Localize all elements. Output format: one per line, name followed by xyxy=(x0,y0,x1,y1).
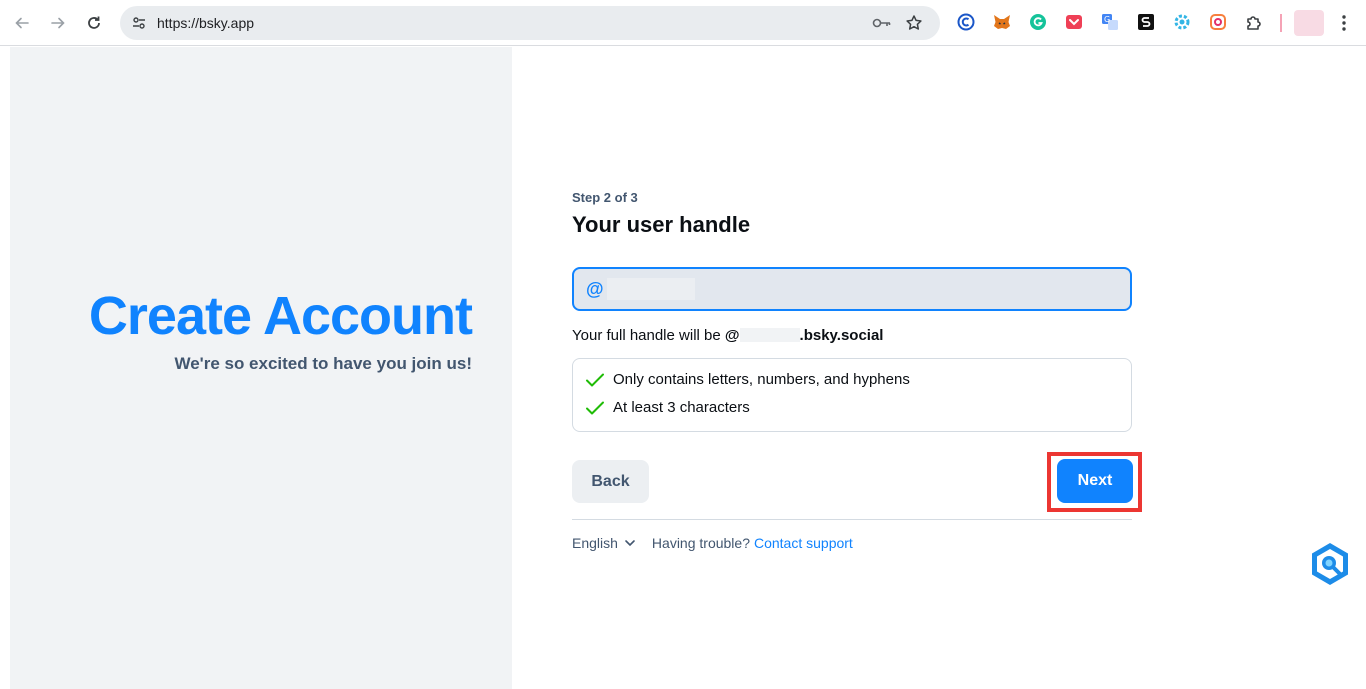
full-handle-prefix: Your full handle will be xyxy=(572,327,721,344)
camera-icon[interactable] xyxy=(1208,12,1228,32)
page-subheadline: We're so excited to have you join us! xyxy=(174,354,472,373)
full-handle-preview: Your full handle will be @ .bsky.social xyxy=(572,327,883,344)
page-edge xyxy=(0,47,10,689)
s-icon[interactable] xyxy=(1136,12,1156,32)
toolbar-separator xyxy=(1280,14,1282,32)
bookmark-star-icon[interactable] xyxy=(905,14,923,37)
floating-search-widget-icon[interactable] xyxy=(1306,540,1354,588)
requirement-item: At least 3 characters xyxy=(585,399,750,416)
footer-divider xyxy=(572,519,1132,520)
step-indicator: Step 2 of 3 xyxy=(572,190,638,205)
redacted-handle-inline xyxy=(739,328,800,342)
translate-icon[interactable]: G xyxy=(1100,12,1120,32)
full-handle-at: @ xyxy=(724,327,740,344)
handle-input[interactable] xyxy=(608,277,1108,301)
gear-blue-icon[interactable] xyxy=(1172,12,1192,32)
contact-support-link[interactable]: Contact support xyxy=(754,535,853,551)
requirement-text: At least 3 characters xyxy=(613,399,750,416)
c-icon[interactable] xyxy=(956,12,976,32)
fox-icon[interactable] xyxy=(992,12,1012,32)
puzzle-icon[interactable] xyxy=(1244,12,1264,32)
full-handle-domain: .bsky.social xyxy=(799,327,884,344)
profile-avatar[interactable] xyxy=(1294,10,1324,36)
page-headline: Create Account xyxy=(88,286,473,346)
reload-icon[interactable] xyxy=(80,9,108,37)
grammarly-icon[interactable] xyxy=(1028,12,1048,32)
back-button[interactable]: Back xyxy=(572,460,649,503)
language-label: English xyxy=(572,535,618,551)
site-info-icon[interactable] xyxy=(126,10,152,36)
handle-input-wrapper[interactable]: @ xyxy=(572,267,1132,311)
chevron-down-icon xyxy=(625,540,635,547)
intro-panel: Create Account We're so excited to have … xyxy=(10,47,512,689)
handle-requirements: Only contains letters, numbers, and hyph… xyxy=(572,358,1132,432)
forward-arrow-icon[interactable] xyxy=(44,9,72,37)
requirement-item: Only contains letters, numbers, and hyph… xyxy=(585,371,910,388)
address-bar[interactable]: https://bsky.app xyxy=(120,6,940,40)
pocket-icon[interactable] xyxy=(1064,12,1084,32)
browser-toolbar: https://bsky.app G xyxy=(0,0,1366,46)
form-title: Your user handle xyxy=(572,212,751,237)
svg-text:G: G xyxy=(1104,15,1110,24)
requirement-text: Only contains letters, numbers, and hyph… xyxy=(613,371,910,388)
handle-form: Step 2 of 3 Your user handle @ Your full… xyxy=(572,190,1142,551)
language-select[interactable]: English xyxy=(572,535,636,551)
form-footer: English Having trouble? Contact support xyxy=(572,535,1132,551)
trouble-text: Having trouble? xyxy=(651,535,750,551)
checkmark-icon xyxy=(586,401,604,414)
checkmark-icon xyxy=(586,373,604,386)
password-key-icon[interactable] xyxy=(872,15,892,36)
more-menu-icon[interactable] xyxy=(1334,10,1354,36)
url-text[interactable]: https://bsky.app xyxy=(157,15,254,31)
at-icon: @ xyxy=(586,279,604,299)
next-button[interactable]: Next xyxy=(1057,459,1133,503)
back-arrow-icon[interactable] xyxy=(8,9,36,37)
